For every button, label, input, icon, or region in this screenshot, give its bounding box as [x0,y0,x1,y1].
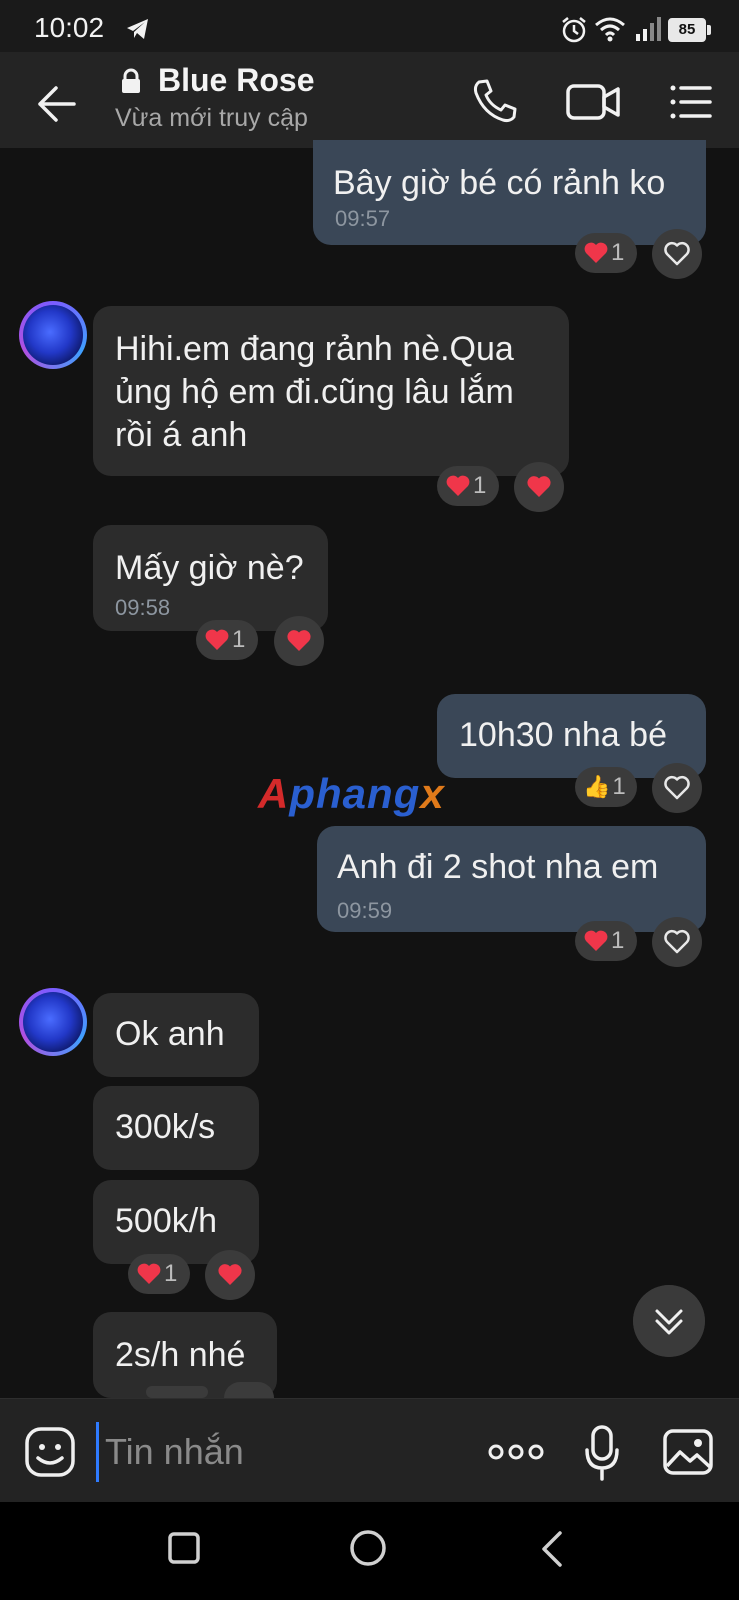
reaction-count-pill[interactable]: 1 [146,1386,208,1398]
message-bubble-incoming[interactable]: Ok anh [93,993,259,1077]
message-text: Ok anh [115,1015,225,1053]
lock-icon [122,68,140,93]
sticker-icon[interactable] [24,1426,76,1478]
react-button[interactable] [652,763,702,813]
heart-icon [137,1263,161,1284]
message-text: Anh đi 2 shot nha em [337,848,659,886]
microphone-icon[interactable] [584,1424,620,1482]
signal-icon [636,17,661,41]
heart-outline-icon [664,929,690,954]
contact-avatar[interactable] [19,988,87,1056]
watermark: Aphangx [258,770,445,817]
reaction-count: 1 [473,472,487,499]
message-input[interactable] [96,1422,465,1482]
image-icon[interactable] [662,1428,714,1476]
message-bubble-outgoing[interactable]: Bây giờ bé có rảnh ko 09:57 [313,140,706,245]
react-button[interactable] [274,616,324,666]
contact-avatar[interactable] [19,301,87,369]
heart-icon [205,629,229,650]
reaction-count-pill[interactable]: 1 [575,233,637,273]
status-time: 10:02 [34,12,105,43]
reaction-count: 1 [611,927,625,954]
heart-icon [527,476,551,497]
video-camera-icon[interactable] [565,80,623,124]
telegram-icon [127,19,148,39]
react-button[interactable] [224,1382,274,1398]
message-text: Bây giờ bé có rảnh ko [333,164,666,202]
alarm-icon [562,17,586,43]
message-time: 09:58 [115,595,171,620]
react-button[interactable] [205,1250,255,1300]
heart-icon [218,1264,242,1285]
reaction-count-pill[interactable]: 1 [575,921,637,961]
phone-icon[interactable] [470,76,520,126]
message-text-line: ủng hộ em đi.cũng lâu lắm [115,373,514,411]
reaction-count: 1 [164,1260,178,1287]
message-text-line: rồi á anh [115,416,248,454]
contact-name[interactable]: Blue Rose [158,62,314,99]
list-menu-icon[interactable] [668,80,714,124]
message-text: 300k/s [115,1108,216,1146]
reaction-count: 1 [612,773,626,800]
heart-icon [584,242,608,263]
heart-icon [287,630,311,651]
wifi-icon [595,17,625,42]
chevron-left-icon[interactable] [540,1530,564,1568]
square-icon[interactable] [168,1532,200,1564]
heart-outline-icon [664,775,690,800]
message-bubble-incoming[interactable]: 300k/s [93,1086,259,1170]
heart-outline-icon [664,241,690,266]
heart-icon [446,475,470,496]
message-text: 500k/h [115,1202,218,1240]
status-bar [0,0,739,52]
message-bubble-outgoing[interactable]: Anh đi 2 shot nha em 09:59 [317,826,706,932]
message-time: 09:57 [335,206,391,231]
thumbs-up-icon: 👍 [583,774,611,799]
more-dots-icon[interactable] [488,1440,544,1464]
react-button[interactable] [652,917,702,967]
message-text: 2s/h nhé [115,1336,246,1374]
react-button[interactable] [514,462,564,512]
battery-indicator: 85 [668,18,706,42]
message-bubble-incoming[interactable]: Hihi.em đang rảnh nè.Qua ủng hộ em đi.cũ… [93,306,569,476]
reaction-count: 1 [232,626,246,653]
react-button[interactable] [652,229,702,279]
reaction-count-pill[interactable]: 1 [128,1254,190,1294]
reaction-count-pill[interactable]: 👍 1 [575,767,637,807]
message-time: 09:59 [337,898,393,923]
chat-header [0,52,739,148]
battery-tip [707,25,711,35]
circle-icon[interactable] [350,1530,386,1566]
message-text: 10h30 nha bé [459,716,667,754]
heart-icon [584,930,608,951]
back-arrow-icon[interactable] [28,78,88,130]
reaction-count-pill[interactable]: 1 [437,466,499,506]
message-bubble-incoming[interactable]: Mấy giờ nè? 09:58 [93,525,328,631]
message-text: Mấy giờ nè? [115,549,304,587]
contact-status: Vừa mới truy cập [115,104,308,132]
reaction-count: 1 [611,239,625,266]
reaction-count-pill[interactable]: 1 [196,620,258,660]
message-text-line: Hihi.em đang rảnh nè.Qua [115,330,514,368]
double-chevron-down-icon[interactable] [633,1285,705,1357]
